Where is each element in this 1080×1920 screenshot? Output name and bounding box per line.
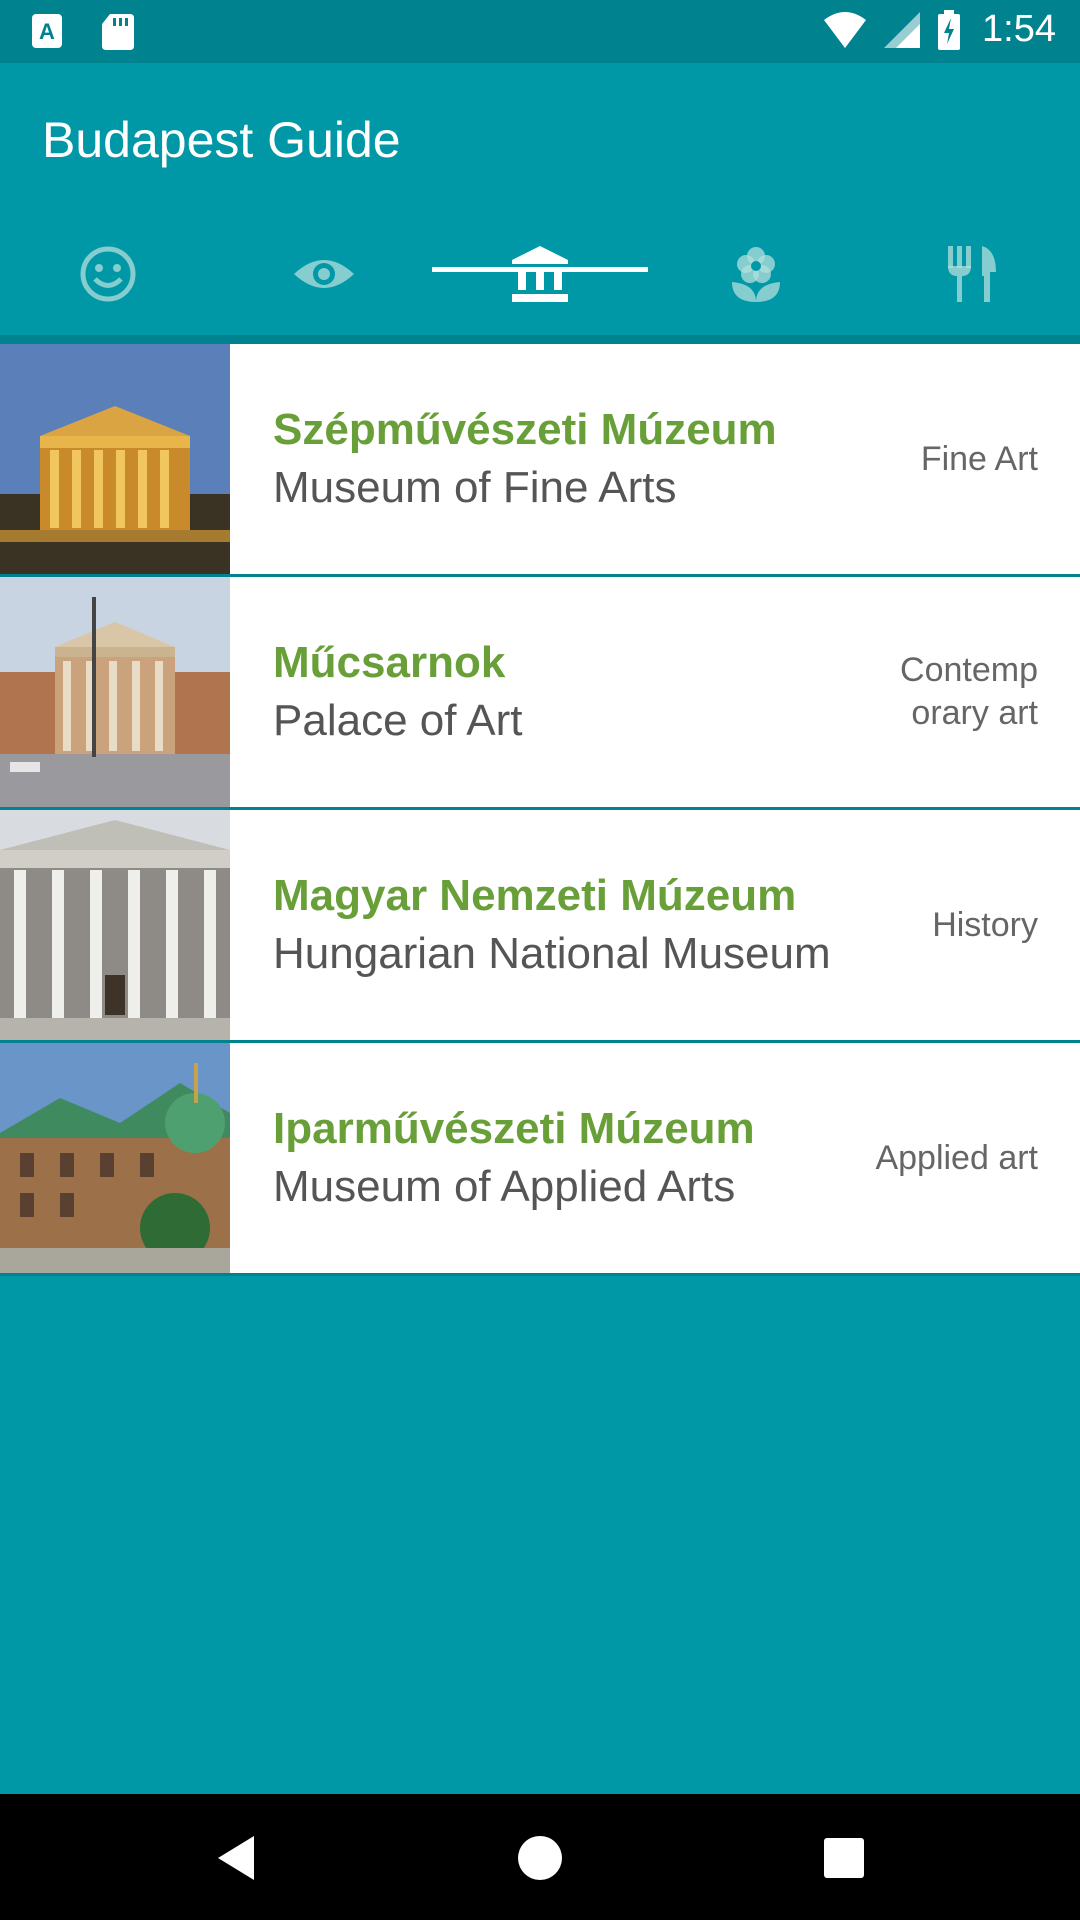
list-item[interactable]: Magyar Nemzeti Múzeum Hungarian National… bbox=[0, 810, 1080, 1043]
restaurant-icon bbox=[948, 246, 996, 302]
category-label: Fine Art bbox=[920, 439, 1038, 478]
signal-icon bbox=[884, 11, 921, 48]
museum-name-hungarian: Magyar Nemzeti Múzeum bbox=[273, 871, 797, 920]
museum-name-hungarian: Szépművészeti Múzeum bbox=[273, 405, 777, 454]
recents-icon[interactable] bbox=[812, 1826, 876, 1890]
tab-restaurants[interactable] bbox=[864, 223, 1080, 335]
tab-parks[interactable] bbox=[648, 223, 864, 335]
museum-name-english: Museum of Applied Arts bbox=[273, 1162, 736, 1211]
museum-category: Contemporary art bbox=[838, 577, 1038, 807]
eye-icon bbox=[294, 260, 354, 288]
smiley-icon bbox=[80, 246, 136, 302]
wifi-icon bbox=[824, 11, 867, 48]
home-icon[interactable] bbox=[508, 1826, 572, 1890]
sd-card-icon bbox=[102, 14, 134, 50]
tab-bar bbox=[0, 223, 1080, 335]
museum-name-english: Hungarian National Museum bbox=[273, 929, 831, 978]
museum-thumbnail bbox=[0, 577, 230, 807]
museum-category: Fine Art bbox=[838, 344, 1038, 574]
app-bar: Budapest Guide bbox=[0, 63, 1080, 335]
a-badge-icon: A bbox=[32, 14, 62, 48]
status-bar: A 1:54 bbox=[0, 0, 1080, 63]
category-label: Applied art bbox=[875, 1138, 1038, 1177]
museum-name-hungarian: Műcsarnok bbox=[273, 638, 506, 687]
museum-thumbnail bbox=[0, 344, 230, 574]
tab-fun[interactable] bbox=[0, 223, 216, 335]
list-item[interactable]: Szépművészeti Múzeum Museum of Fine Arts… bbox=[0, 344, 1080, 577]
clock: 1:54 bbox=[982, 8, 1056, 50]
museum-category: Applied art bbox=[838, 1043, 1038, 1273]
back-icon[interactable] bbox=[208, 1826, 272, 1890]
museum-name-hungarian: Iparművészeti Múzeum bbox=[273, 1104, 755, 1153]
tab-divider bbox=[0, 335, 1080, 344]
museum-name-english: Palace of Art bbox=[273, 696, 523, 745]
category-label: Contemporary art bbox=[900, 651, 1038, 732]
flower-icon bbox=[732, 247, 780, 302]
list-item[interactable]: Műcsarnok Palace of Art Contemporary art bbox=[0, 577, 1080, 810]
category-label: History bbox=[932, 905, 1038, 944]
svg-text:A: A bbox=[39, 19, 55, 44]
museum-name-english: Museum of Fine Arts bbox=[273, 463, 677, 512]
museum-list: Szépművészeti Múzeum Museum of Fine Arts… bbox=[0, 344, 1080, 1276]
list-item[interactable]: Iparművészeti Múzeum Museum of Applied A… bbox=[0, 1043, 1080, 1276]
page-title: Budapest Guide bbox=[42, 112, 401, 168]
tab-indicator bbox=[432, 267, 648, 272]
museum-category: History bbox=[838, 810, 1038, 1040]
tab-sights[interactable] bbox=[216, 223, 432, 335]
system-nav-bar bbox=[0, 1794, 1080, 1920]
museum-thumbnail bbox=[0, 1043, 230, 1273]
museum-icon bbox=[512, 246, 568, 302]
museum-thumbnail bbox=[0, 810, 230, 1040]
tab-museums[interactable] bbox=[432, 223, 648, 335]
battery-charging-icon bbox=[938, 9, 961, 50]
